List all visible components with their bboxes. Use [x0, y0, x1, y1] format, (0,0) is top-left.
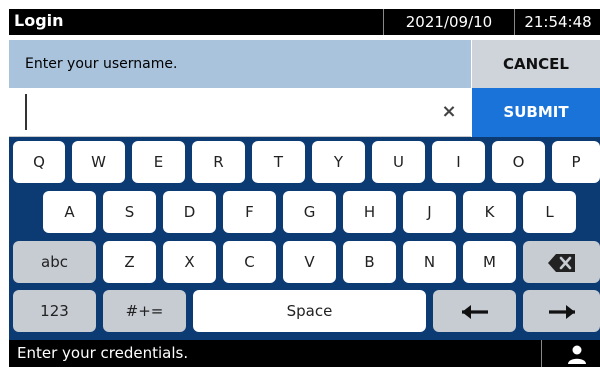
key-i[interactable]: I — [432, 141, 485, 183]
backspace-key[interactable] — [523, 241, 600, 283]
key-q[interactable]: Q — [13, 141, 65, 183]
key-y[interactable]: Y — [312, 141, 365, 183]
key-r[interactable]: R — [192, 141, 245, 183]
key-z[interactable]: Z — [103, 241, 156, 283]
status-message: Enter your credentials. — [17, 344, 189, 362]
cursor-right-key[interactable] — [523, 290, 600, 332]
key-o[interactable]: O — [492, 141, 545, 183]
key-u[interactable]: U — [372, 141, 425, 183]
arrow-right-icon — [548, 304, 575, 319]
title-bar: Login 2021/09/10 21:54:48 — [9, 9, 600, 35]
key-c[interactable]: C — [223, 241, 276, 283]
key-j[interactable]: J — [403, 191, 456, 233]
abc-key[interactable]: abc — [13, 241, 96, 283]
key-g[interactable]: G — [283, 191, 336, 233]
text-caret — [25, 94, 27, 130]
symbols-key[interactable]: #+= — [103, 290, 186, 332]
cursor-left-key[interactable] — [433, 290, 516, 332]
cancel-button[interactable]: CANCEL — [472, 40, 600, 88]
key-b[interactable]: B — [343, 241, 396, 283]
key-p[interactable]: P — [552, 141, 600, 183]
user-icon[interactable] — [567, 344, 587, 364]
login-screen: Login 2021/09/10 21:54:48 Enter your use… — [0, 0, 600, 367]
status-divider — [541, 340, 542, 367]
key-e[interactable]: E — [132, 141, 185, 183]
key-k[interactable]: K — [463, 191, 516, 233]
key-w[interactable]: W — [72, 141, 125, 183]
on-screen-keyboard: Q W E R T Y U I O P A S D F G H J K L ab… — [9, 137, 600, 340]
date-display: 2021/09/10 — [383, 9, 514, 35]
numbers-key[interactable]: 123 — [13, 290, 96, 332]
key-n[interactable]: N — [403, 241, 456, 283]
username-field[interactable]: × — [9, 88, 471, 137]
key-f[interactable]: F — [223, 191, 276, 233]
space-key[interactable]: Space — [193, 290, 426, 332]
time-display: 21:54:48 — [514, 9, 600, 35]
key-d[interactable]: D — [163, 191, 216, 233]
key-l[interactable]: L — [523, 191, 576, 233]
username-input[interactable] — [33, 96, 437, 130]
arrow-left-icon — [461, 304, 488, 319]
key-s[interactable]: S — [103, 191, 156, 233]
prompt-text: Enter your username. — [9, 40, 471, 88]
status-bar: Enter your credentials. — [9, 340, 600, 367]
clear-icon[interactable]: × — [437, 100, 461, 124]
key-t[interactable]: T — [252, 141, 305, 183]
submit-button[interactable]: SUBMIT — [472, 88, 600, 137]
key-m[interactable]: M — [463, 241, 516, 283]
key-a[interactable]: A — [43, 191, 96, 233]
key-h[interactable]: H — [343, 191, 396, 233]
key-x[interactable]: X — [163, 241, 216, 283]
backspace-icon — [547, 253, 575, 272]
page-title: Login — [14, 11, 64, 30]
key-v[interactable]: V — [283, 241, 336, 283]
